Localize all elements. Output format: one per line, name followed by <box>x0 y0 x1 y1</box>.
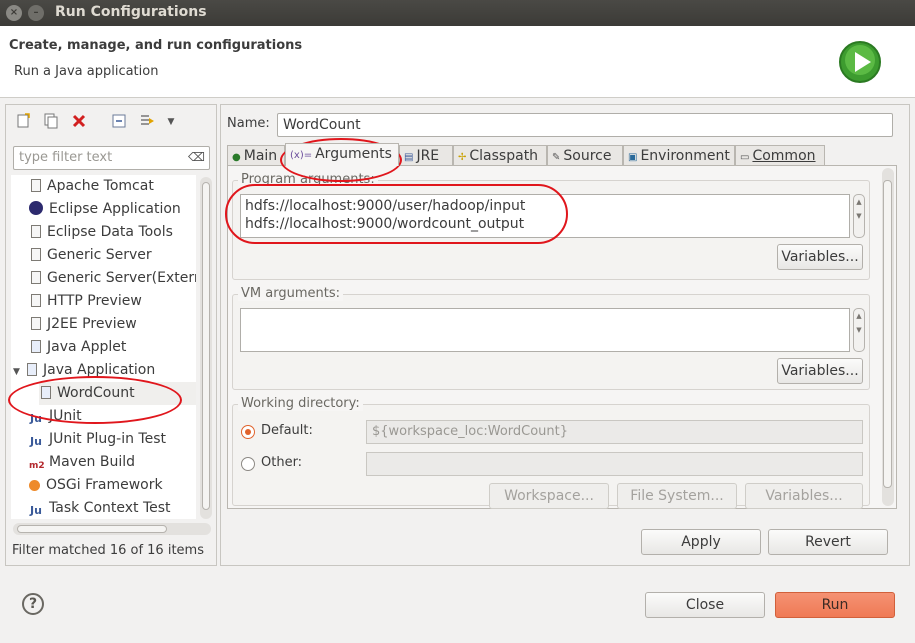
close-button[interactable]: Close <box>645 592 765 618</box>
header-title: Create, manage, and run configurations <box>9 38 303 53</box>
tab-jre[interactable]: ▤ JRE <box>399 145 453 165</box>
tree-item-task-context-test[interactable]: Ju Task Context Test <box>29 497 171 519</box>
tree-item-wordcount[interactable]: WordCount <box>39 382 196 405</box>
filter-configurations-icon[interactable] <box>138 113 156 131</box>
tab-source[interactable]: ✎ Source <box>547 145 623 165</box>
program-arguments-label: Program arguments: <box>238 172 378 187</box>
title-bar: × – Run Configurations <box>0 0 915 26</box>
tree-item-j2ee-preview[interactable]: J2EE Preview <box>29 313 137 336</box>
program-argument-line: hdfs://localhost:9000/wordcount_output <box>245 216 525 232</box>
document-icon <box>31 294 41 307</box>
tab-environment[interactable]: ▣ Environment <box>623 145 735 165</box>
window-close-button[interactable]: × <box>6 5 22 21</box>
working-directory-variables-button[interactable]: Variables... <box>745 483 863 509</box>
tree-item-java-application[interactable]: ▼ Java Application <box>13 359 155 382</box>
name-field[interactable]: WordCount <box>277 113 893 137</box>
document-icon <box>31 179 41 192</box>
eclipse-icon <box>29 201 43 215</box>
osgi-icon <box>29 480 40 491</box>
tree-item-maven-build[interactable]: m2 Maven Build <box>29 451 135 474</box>
program-arguments-scrollbar[interactable]: ▲ ▼ <box>853 194 865 238</box>
arguments-tab-icon: (x)= <box>290 150 313 161</box>
tree-item-junit-plugin-test[interactable]: Ju JUnit Plug-in Test <box>29 428 166 451</box>
tree-item-junit[interactable]: Ju JUnit <box>29 405 82 428</box>
workspace-button[interactable]: Workspace... <box>489 483 609 509</box>
default-radio[interactable] <box>241 425 255 439</box>
file-system-button[interactable]: File System... <box>617 483 737 509</box>
tree-item-eclipse-data-tools[interactable]: Eclipse Data Tools <box>29 221 173 244</box>
other-directory-field[interactable] <box>366 452 863 476</box>
tree-vertical-scroll-thumb[interactable] <box>202 182 210 510</box>
java-class-icon <box>41 386 51 399</box>
revert-button[interactable]: Revert <box>768 529 888 555</box>
junit-plugin-icon: Ju <box>30 435 42 448</box>
default-directory-field: ${workspace_loc:WordCount} <box>366 420 863 444</box>
view-menu-chevron-down-icon[interactable]: ▼ <box>162 113 180 131</box>
working-directory-label: Working directory: <box>238 396 363 411</box>
junit-icon: Ju <box>30 412 42 425</box>
vm-arguments-label: VM arguments: <box>238 286 343 301</box>
help-icon[interactable]: ? <box>22 593 44 615</box>
tab-body-scroll-thumb[interactable] <box>883 180 892 488</box>
configuration-tabs: ● Main (x)= Arguments ▤ JRE ✢ Classpath ✎ Sou… <box>227 143 897 166</box>
filter-placeholder: type filter text <box>19 150 113 165</box>
run-banner-icon <box>839 41 881 83</box>
window-title: Run Configurations <box>55 4 207 20</box>
java-application-icon <box>27 363 37 376</box>
default-label: Default: <box>261 423 313 438</box>
tab-body-vertical-scrollbar[interactable] <box>882 168 894 506</box>
tree-item-generic-server-external[interactable]: Generic Server(Externa <box>29 267 196 290</box>
delete-configuration-icon[interactable] <box>70 113 88 131</box>
window-minimize-button[interactable]: – <box>28 5 44 21</box>
tree-item-apache-tomcat[interactable]: Apache Tomcat <box>29 175 154 198</box>
tab-classpath[interactable]: ✢ Classpath <box>453 145 547 165</box>
tree-item-http-preview[interactable]: HTTP Preview <box>29 290 142 313</box>
tab-common[interactable]: ▭ Common <box>735 145 825 165</box>
configuration-tree[interactable]: Apache Tomcat Eclipse Application Eclips… <box>11 175 196 519</box>
tree-item-java-applet[interactable]: Java Applet <box>29 336 126 359</box>
apply-button[interactable]: Apply <box>641 529 761 555</box>
vm-arguments-group: VM arguments: ▲ ▼ Variables... <box>232 286 870 390</box>
tree-item-osgi-framework[interactable]: OSGi Framework <box>29 474 163 497</box>
working-directory-group: Working directory: Default: ${workspace_… <box>232 396 870 509</box>
collapse-all-icon[interactable] <box>110 113 128 131</box>
tree-horizontal-scroll-thumb[interactable] <box>17 525 167 533</box>
run-button[interactable]: Run <box>775 592 895 618</box>
document-icon <box>31 317 41 330</box>
duplicate-configuration-icon[interactable] <box>42 113 60 131</box>
vm-variables-button[interactable]: Variables... <box>777 358 863 384</box>
document-icon <box>31 248 41 261</box>
maven-icon: m2 <box>29 461 45 471</box>
tab-main[interactable]: ● Main <box>227 145 285 165</box>
clear-filter-icon[interactable]: ⌫ <box>188 150 205 164</box>
tree-vertical-scrollbar[interactable] <box>200 177 212 519</box>
name-label: Name: <box>227 116 270 131</box>
document-icon <box>31 271 41 284</box>
program-argument-line: hdfs://localhost:9000/user/hadoop/input <box>245 198 526 214</box>
filter-status: Filter matched 16 of 16 items <box>12 543 204 558</box>
expand-chevron-down-icon[interactable]: ▼ <box>13 361 25 384</box>
vm-arguments-scrollbar[interactable]: ▲ ▼ <box>853 308 865 352</box>
dialog-header: Create, manage, and run configurations R… <box>0 26 915 98</box>
header-subtitle: Run a Java application <box>14 64 159 79</box>
tab-arguments[interactable]: (x)= Arguments <box>285 143 399 166</box>
applet-icon <box>31 340 41 353</box>
arguments-tab-body: Program arguments: hdfs://localhost:9000… <box>227 165 897 509</box>
configuration-editor-panel: Name: WordCount ● Main (x)= Arguments ▤ JRE… <box>220 104 910 566</box>
tree-item-eclipse-application[interactable]: Eclipse Application <box>29 198 181 221</box>
program-variables-button[interactable]: Variables... <box>777 244 863 270</box>
other-radio[interactable] <box>241 457 255 471</box>
other-label: Other: <box>261 455 303 470</box>
configuration-tree-panel: ▼ type filter text ⌫ Apache Tomcat Eclip… <box>5 104 217 566</box>
tree-horizontal-scrollbar[interactable] <box>13 523 211 535</box>
document-icon <box>31 225 41 238</box>
vm-arguments-textarea[interactable] <box>240 308 850 352</box>
new-configuration-icon[interactable] <box>14 113 32 131</box>
task-context-icon: Ju <box>30 504 42 517</box>
filter-input[interactable]: type filter text ⌫ <box>13 146 210 170</box>
program-arguments-textarea[interactable]: hdfs://localhost:9000/user/hadoop/input … <box>240 194 850 238</box>
tree-item-generic-server[interactable]: Generic Server <box>29 244 152 267</box>
program-arguments-group: Program arguments: hdfs://localhost:9000… <box>232 172 870 280</box>
